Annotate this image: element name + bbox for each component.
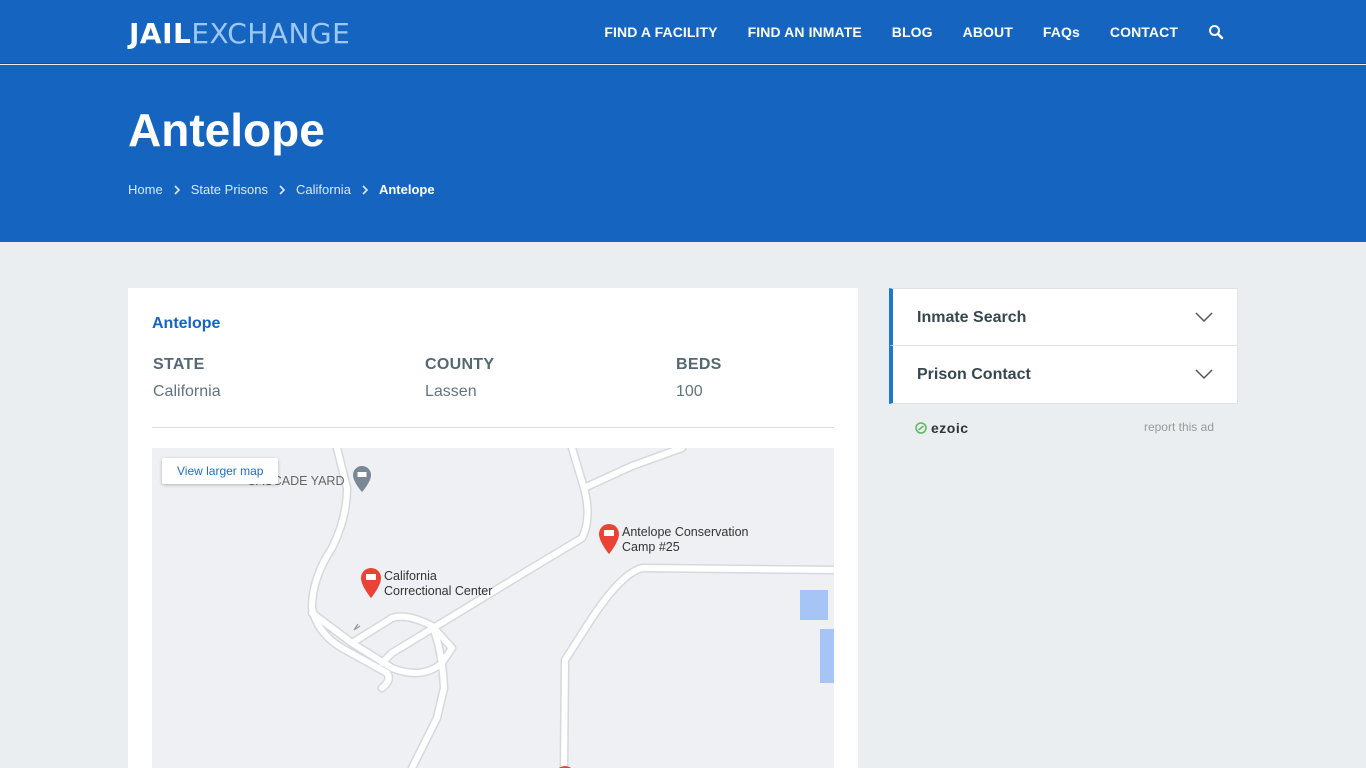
map-label-line: Antelope Conservation <box>622 525 749 539</box>
view-larger-map-button[interactable]: View larger map <box>162 458 279 484</box>
fact-value: Lassen <box>425 383 477 400</box>
nav-about[interactable]: ABOUT <box>963 24 1013 40</box>
chevron-down-icon <box>1195 312 1213 323</box>
nav-find-inmate[interactable]: FIND AN INMATE <box>748 24 862 40</box>
chevron-right-icon <box>362 184 369 195</box>
divider <box>152 427 834 428</box>
map-label-line: California <box>384 569 437 583</box>
nav-find-facility[interactable]: FIND A FACILITY <box>604 24 717 40</box>
accordion-title: Prison Contact <box>917 366 1031 383</box>
accordion-title: Inmate Search <box>917 309 1027 326</box>
map-roads <box>307 448 834 768</box>
fact-value: 100 <box>676 383 703 400</box>
fact-label: BEDS <box>676 356 722 373</box>
map-label-california-correctional-center: California Correctional Center <box>384 569 492 599</box>
facility-name-link[interactable]: Antelope <box>152 315 220 333</box>
breadcrumb: Home State Prisons California Antelope <box>128 182 435 197</box>
accordion-prison-contact[interactable]: Prison Contact <box>889 346 1238 404</box>
map-pin-icon[interactable] <box>361 568 381 598</box>
main-nav: FIND A FACILITY FIND AN INMATE BLOG ABOU… <box>574 0 1224 64</box>
breadcrumb-state-prisons[interactable]: State Prisons <box>191 182 268 197</box>
top-navbar: JAILEXCHANGE FIND A FACILITY FIND AN INM… <box>0 0 1366 64</box>
ezoic-icon <box>915 422 927 434</box>
page-hero: Antelope Home State Prisons California A… <box>0 65 1366 242</box>
sidebar: Inmate Search Prison Contact <box>889 288 1238 404</box>
ezoic-text: ezoic <box>931 420 969 436</box>
map-label-antelope-camp: Antelope Conservation Camp #25 <box>622 525 748 555</box>
chevron-right-icon <box>174 184 180 195</box>
chevron-right-icon <box>279 184 286 195</box>
fact-label: STATE <box>153 356 205 373</box>
chevron-down-icon <box>1195 369 1213 380</box>
fact-state: STATE California <box>153 356 221 401</box>
fact-value: California <box>153 383 221 400</box>
accordion-inmate-search[interactable]: Inmate Search <box>889 288 1238 346</box>
search-icon[interactable] <box>1208 24 1224 40</box>
nav-faqs[interactable]: FAQs <box>1043 24 1080 40</box>
report-ad-link[interactable]: report this ad <box>1144 420 1214 434</box>
site-logo[interactable]: JAILEXCHANGE <box>129 17 350 50</box>
fact-beds: BEDS 100 <box>676 356 722 401</box>
breadcrumb-current: Antelope <box>378 182 435 197</box>
page-title: Antelope <box>128 104 325 156</box>
logo-part-jail: JAIL <box>129 17 192 50</box>
map-label-line: Correctional Center <box>384 584 493 598</box>
direction-arrow-icon <box>353 623 361 631</box>
map-label-line: Camp #25 <box>622 540 680 554</box>
facility-card: Antelope STATE California COUNTY Lassen … <box>128 288 858 768</box>
logo-part-exchange: EXCHANGE <box>191 17 351 50</box>
map-pin-icon[interactable] <box>599 524 619 554</box>
nav-contact[interactable]: CONTACT <box>1110 24 1178 40</box>
landmark-pin-icon <box>353 466 371 492</box>
fact-label: COUNTY <box>425 356 495 373</box>
facility-map[interactable]: CASCADE YARD California Correctional Cen… <box>152 448 834 768</box>
nav-blog[interactable]: BLOG <box>892 24 933 40</box>
breadcrumb-california[interactable]: California <box>296 182 351 197</box>
breadcrumb-home[interactable]: Home <box>128 182 163 197</box>
ezoic-logo[interactable]: ezoic <box>915 420 969 436</box>
ad-notice: ezoic report this ad <box>889 418 1238 442</box>
fact-county: COUNTY Lassen <box>425 356 494 401</box>
